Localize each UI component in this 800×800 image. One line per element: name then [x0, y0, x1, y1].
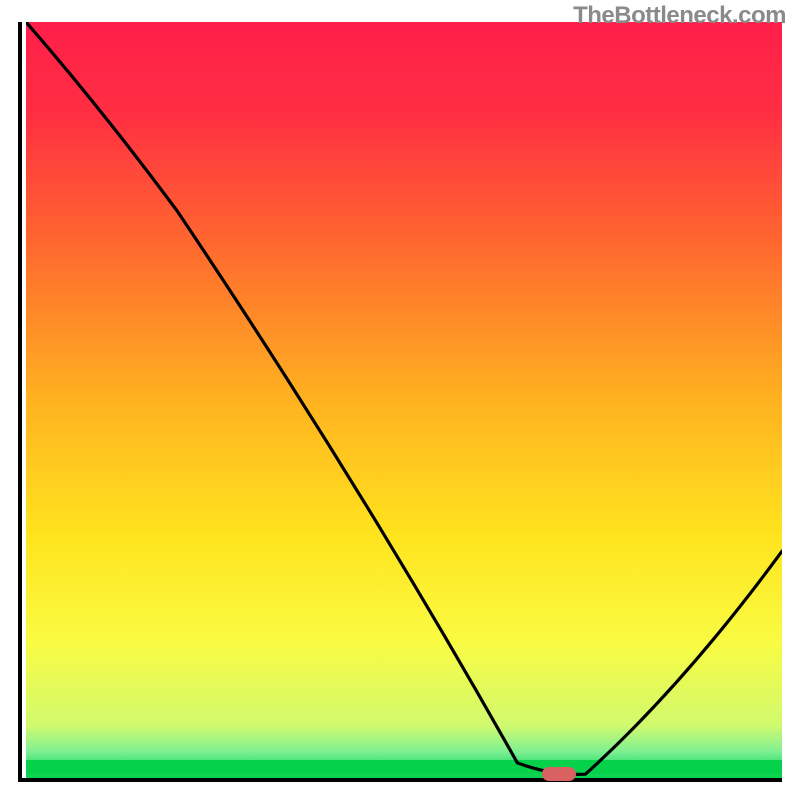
chart-container: TheBottleneck.com [0, 0, 800, 800]
watermark-text: TheBottleneck.com [573, 2, 786, 30]
plot-area [18, 22, 782, 782]
bottleneck-curve [26, 22, 782, 778]
minimum-marker [542, 767, 576, 781]
